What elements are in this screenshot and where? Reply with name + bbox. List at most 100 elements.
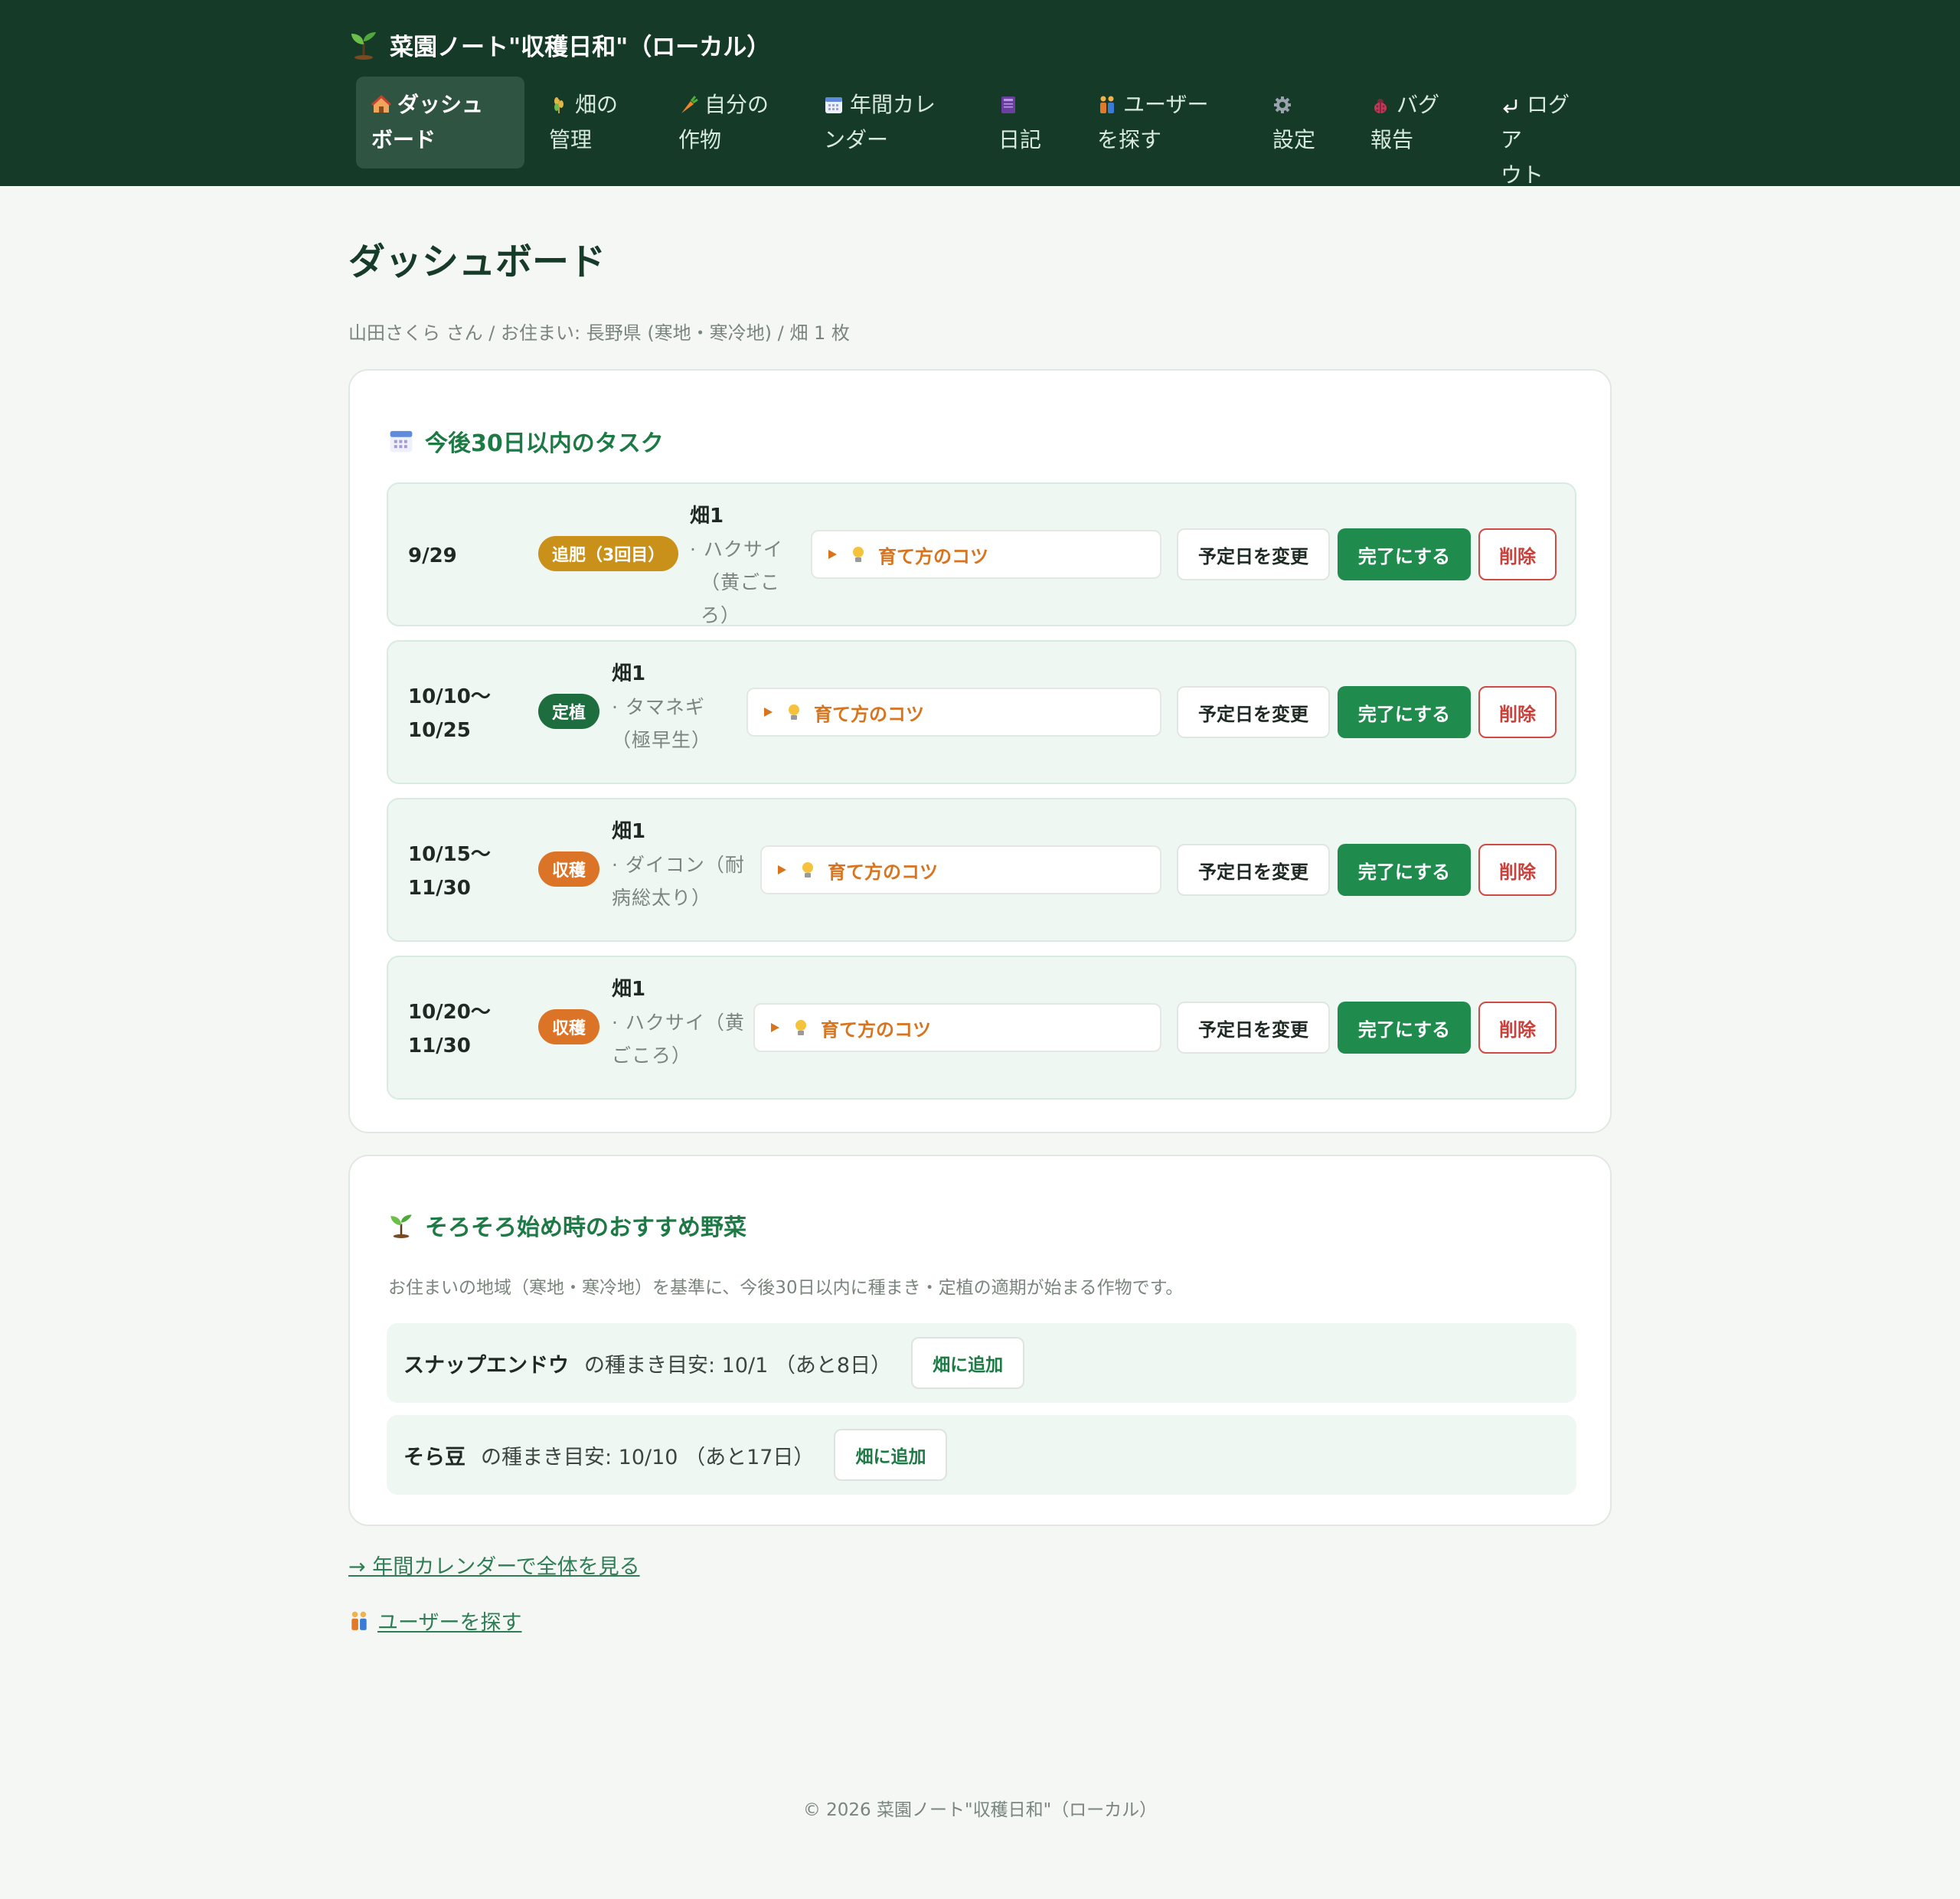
task-crop-2: （極早生） bbox=[612, 729, 712, 751]
nav-settings-label-2: 設定 bbox=[1272, 127, 1316, 152]
reschedule-button[interactable]: 予定日を変更 bbox=[1177, 528, 1330, 580]
task-date-end: 11/30 bbox=[408, 1034, 471, 1057]
task-date: 9/29 bbox=[408, 484, 523, 628]
find-users-link[interactable]: ユーザーを探す bbox=[348, 1606, 521, 1636]
growing-tips-toggle[interactable]: 育て方のコツ bbox=[760, 845, 1161, 894]
calendar-icon bbox=[825, 97, 842, 113]
nav-logout-label-2: ウト bbox=[1501, 162, 1544, 188]
sprout-icon bbox=[351, 32, 376, 60]
find-users-link-label: ユーザーを探す bbox=[377, 1611, 522, 1635]
growing-tips-label: 育て方のコツ bbox=[821, 1018, 931, 1041]
carrot-icon bbox=[681, 96, 698, 113]
task-crop-1: · ハクサイ bbox=[690, 538, 783, 561]
lightbulb-icon bbox=[802, 862, 813, 878]
growing-tips-label: 育て方のコツ bbox=[878, 545, 988, 567]
task-date: 10/10〜 10/25 bbox=[408, 642, 523, 786]
nav-diary[interactable]: 日記 bbox=[983, 77, 1067, 168]
task-info: 畑1 · タマネギ （極早生） bbox=[612, 657, 727, 757]
expand-triangle-icon bbox=[771, 1023, 779, 1032]
task-date-start: 10/15〜 bbox=[408, 843, 491, 866]
task-crop-1: · ダイコン（耐 bbox=[612, 854, 745, 876]
task-field: 畑1 bbox=[612, 662, 646, 685]
gear-icon bbox=[1274, 96, 1291, 113]
calendar-icon bbox=[390, 430, 413, 453]
logout-arrow-icon bbox=[1503, 100, 1517, 113]
nav-bug-report-label-2: 報告 bbox=[1370, 127, 1414, 152]
annual-calendar-link[interactable]: → 年間カレンダーで全体を見る bbox=[348, 1550, 640, 1580]
growing-tips-label: 育て方のコツ bbox=[828, 861, 938, 883]
lightbulb-icon bbox=[789, 704, 799, 720]
tasks-heading: 今後30日以内のタスク bbox=[388, 426, 664, 457]
task-date: 10/15〜 11/30 bbox=[408, 799, 523, 943]
complete-button[interactable]: 完了にする bbox=[1338, 528, 1471, 580]
nav-fields-label-1: 畑の bbox=[575, 92, 619, 117]
recommendation-item: そら豆 の種まき目安: 10/10 （あと17日） 畑に追加 bbox=[387, 1415, 1576, 1495]
task-type-badge: 収穫 bbox=[538, 1009, 600, 1044]
expand-triangle-icon bbox=[764, 708, 773, 717]
delete-button[interactable]: 削除 bbox=[1478, 528, 1557, 580]
nav-find-users-label-1: ユーザー bbox=[1123, 92, 1209, 117]
task-type-badge: 収穫 bbox=[538, 851, 600, 887]
growing-tips-toggle[interactable]: 育て方のコツ bbox=[746, 688, 1161, 737]
nav-bug-report[interactable]: バグ 報告 bbox=[1355, 77, 1478, 168]
nav-my-crops-label-2: 作物 bbox=[678, 127, 722, 152]
growing-tips-toggle[interactable]: 育て方のコツ bbox=[811, 530, 1161, 579]
task-date-start: 10/20〜 bbox=[408, 1001, 491, 1024]
nav-fields[interactable]: 畑の管理 bbox=[534, 77, 656, 168]
growing-tips-label: 育て方のコツ bbox=[814, 703, 924, 725]
recommendations-description: お住まいの地域（寒地・寒冷地）を基準に、今後30日以内に種まき・定植の適期が始ま… bbox=[388, 1278, 1184, 1298]
sprout-icon bbox=[390, 1214, 412, 1238]
add-to-field-button[interactable]: 畑に追加 bbox=[834, 1429, 948, 1481]
people-icon bbox=[351, 1611, 367, 1630]
nav-calendar-label-2: ンダー bbox=[824, 127, 889, 152]
notebook-icon bbox=[1001, 96, 1015, 113]
task-date-end: 10/25 bbox=[408, 719, 471, 742]
growing-tips-toggle[interactable]: 育て方のコツ bbox=[753, 1003, 1161, 1052]
nav-find-users-label-2: を探す bbox=[1097, 127, 1162, 152]
recommended-crop-name: スナップエンドウ bbox=[403, 1353, 569, 1378]
delete-button[interactable]: 削除 bbox=[1478, 1002, 1557, 1054]
tasks-heading-text: 今後30日以内のタスク bbox=[425, 430, 664, 457]
task-crop-2: ごころ） bbox=[612, 1044, 692, 1067]
complete-button[interactable]: 完了にする bbox=[1338, 686, 1471, 738]
lightbulb-icon bbox=[795, 1020, 806, 1035]
nav-fields-label-2: 管理 bbox=[549, 127, 593, 152]
recommendation-item: スナップエンドウ の種まき目安: 10/1 （あと8日） 畑に追加 bbox=[387, 1323, 1576, 1403]
task-date-start: 9/29 bbox=[408, 544, 457, 567]
nav-dashboard-label-1: ダッシュ bbox=[397, 92, 484, 117]
task-crop-2: 病総太り） bbox=[612, 887, 712, 909]
reschedule-button[interactable]: 予定日を変更 bbox=[1177, 1002, 1330, 1054]
task-type-badge: 追肥（3回目） bbox=[538, 536, 679, 571]
delete-button[interactable]: 削除 bbox=[1478, 686, 1557, 738]
task-row: 10/20〜 11/30 収穫 畑1 · ハクサイ（黄 ごころ） 育て方のコツ … bbox=[387, 956, 1576, 1100]
delete-button[interactable]: 削除 bbox=[1478, 844, 1557, 896]
recommendations-heading-text: そろそろ始め時のおすすめ野菜 bbox=[425, 1214, 746, 1241]
complete-button[interactable]: 完了にする bbox=[1338, 844, 1471, 896]
expand-triangle-icon bbox=[778, 865, 786, 874]
task-info: 畑1 · ハクサイ （黄ごころ） bbox=[690, 499, 805, 632]
expand-triangle-icon bbox=[828, 550, 837, 559]
task-row: 9/29 追肥（3回目） 畑1 · ハクサイ （黄ごころ） 育て方のコツ 予定日… bbox=[387, 482, 1576, 626]
nav-diary-label-2: 日記 bbox=[998, 127, 1042, 152]
nav-settings[interactable]: 設定 bbox=[1257, 77, 1349, 168]
page-title: ダッシュボード bbox=[348, 240, 606, 283]
complete-button[interactable]: 完了にする bbox=[1338, 1002, 1471, 1054]
task-field: 畑1 bbox=[612, 820, 646, 843]
wheat-icon bbox=[554, 97, 564, 113]
task-info: 畑1 · ハクサイ（黄 ごころ） bbox=[612, 972, 750, 1072]
recommendations-heading: そろそろ始め時のおすすめ野菜 bbox=[388, 1210, 746, 1241]
reschedule-button[interactable]: 予定日を変更 bbox=[1177, 686, 1330, 738]
lightbulb-icon bbox=[853, 547, 864, 562]
task-row: 10/15〜 11/30 収穫 畑1 · ダイコン（耐 病総太り） 育て方のコツ… bbox=[387, 798, 1576, 942]
nav-annual-calendar[interactable]: 年間カレ ンダー bbox=[808, 77, 969, 168]
reschedule-button[interactable]: 予定日を変更 bbox=[1177, 844, 1330, 896]
nav-my-crops[interactable]: 自分の 作物 bbox=[663, 77, 801, 168]
app-brand[interactable]: 菜園ノート"収穫日和"（ローカル） bbox=[348, 25, 770, 64]
nav-logout[interactable]: ログア ウト bbox=[1485, 77, 1600, 188]
people-icon bbox=[1100, 96, 1114, 113]
task-info: 畑1 · ダイコン（耐 病総太り） bbox=[612, 815, 750, 914]
nav-find-users[interactable]: ユーザーを探す bbox=[1082, 77, 1235, 168]
bug-icon bbox=[1374, 99, 1387, 113]
add-to-field-button[interactable]: 畑に追加 bbox=[911, 1337, 1025, 1389]
nav-dashboard[interactable]: ダッシュ ボード bbox=[356, 77, 524, 168]
